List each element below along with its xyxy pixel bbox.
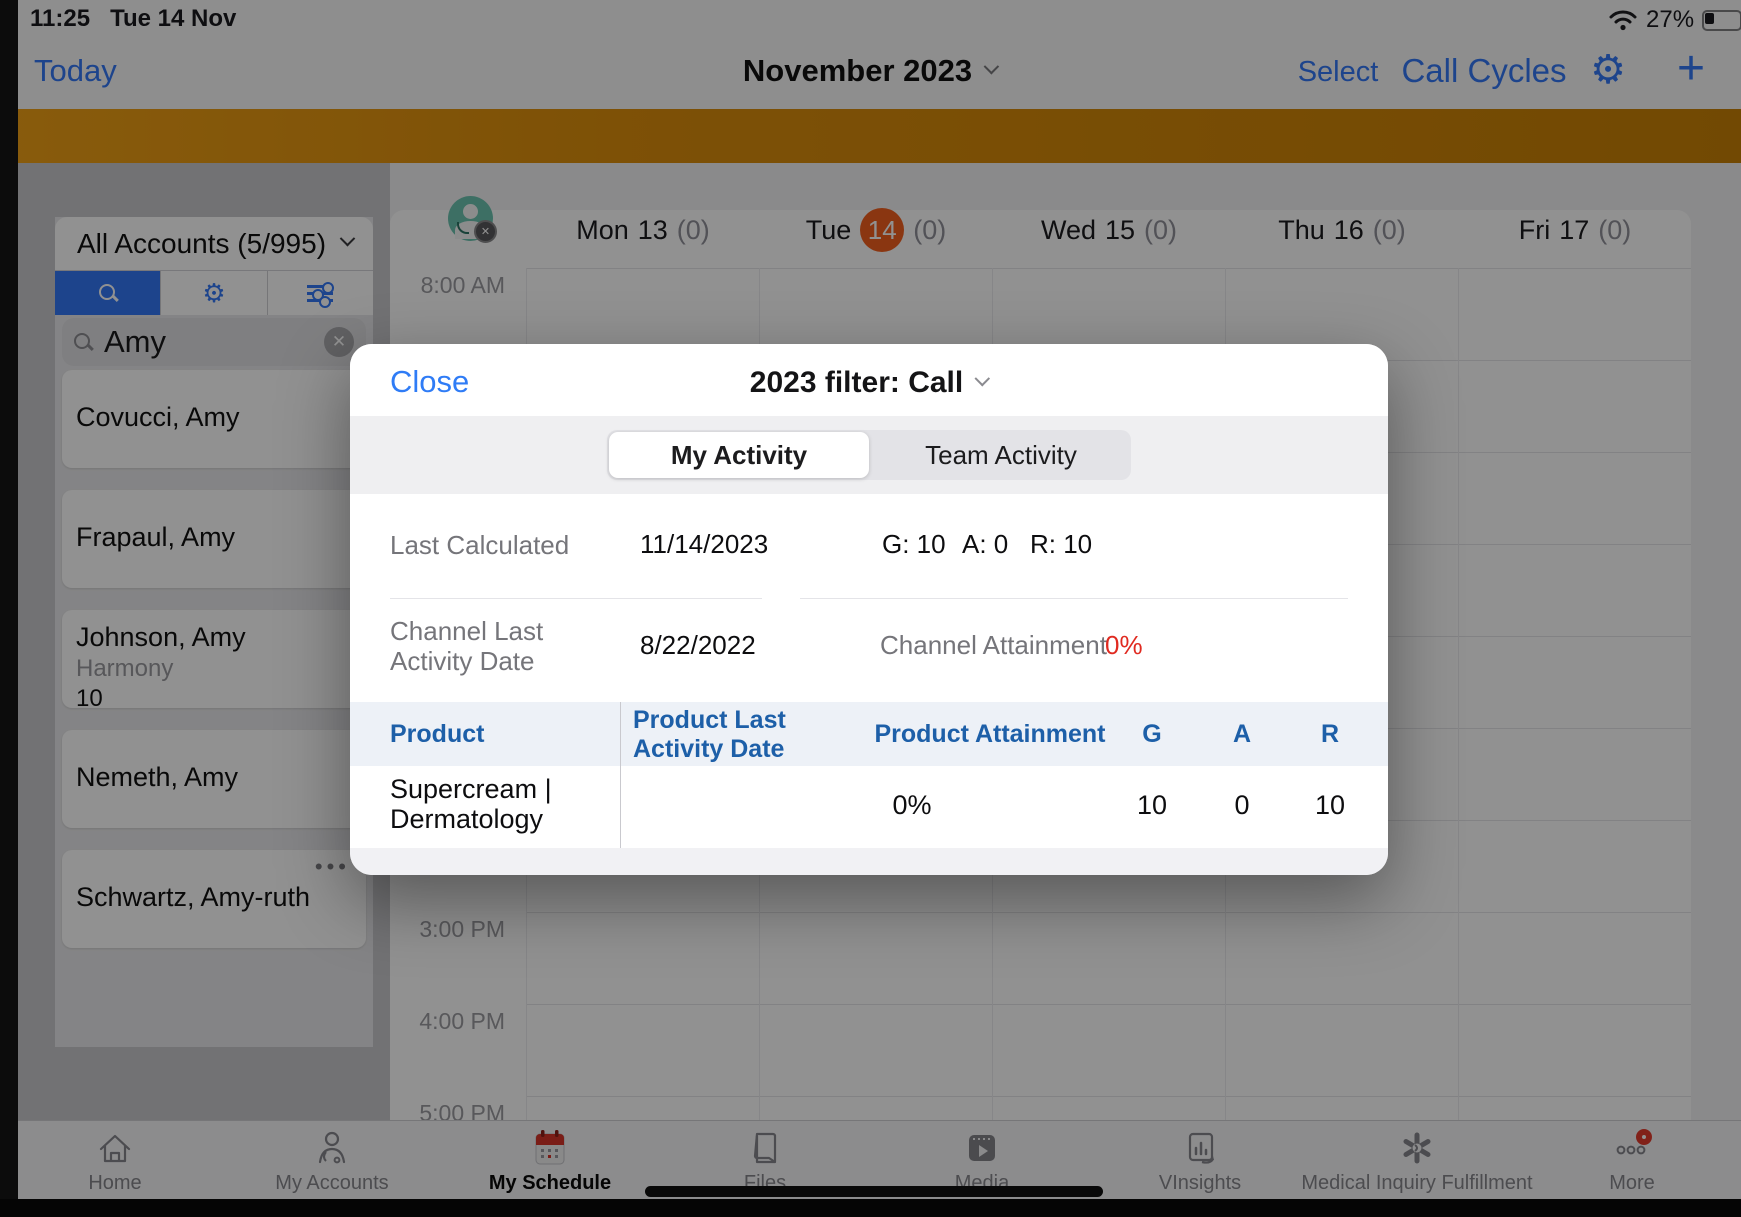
channel-last-activity-label: Channel Last Activity Date (390, 616, 615, 676)
tab-my-activity[interactable]: My Activity (609, 432, 869, 478)
app-screen: 11:25 Tue 14 Nov 27% Today November 2023… (0, 0, 1741, 1217)
last-calculated-value: 11/14/2023 (640, 529, 768, 560)
chevron-down-icon (975, 370, 991, 386)
col-g[interactable]: G (1122, 720, 1182, 749)
col-a[interactable]: A (1212, 720, 1272, 749)
activity-segmented-control: My Activity Team Activity (607, 430, 1131, 480)
cell-product: Supercream | Dermatology (390, 774, 575, 834)
divider (800, 598, 1348, 599)
col-product[interactable]: Product (390, 720, 484, 749)
tab-team-activity[interactable]: Team Activity (871, 430, 1131, 480)
modal-title-dropdown[interactable]: 2023 filter: Call (750, 366, 988, 400)
channel-attainment-label: Channel Attainment (880, 630, 1107, 661)
gar-a-value: A: 0 (962, 529, 1008, 560)
modal-footer (350, 848, 1388, 875)
gar-g-value: G: 10 (882, 529, 946, 560)
cell-r: 10 (1300, 790, 1360, 821)
column-divider (620, 702, 621, 848)
col-r[interactable]: R (1300, 720, 1360, 749)
divider (390, 598, 762, 599)
col-product-last-activity[interactable]: Product Last Activity Date (633, 706, 803, 764)
channel-attainment-value: 0% (1105, 630, 1143, 661)
cell-a: 0 (1212, 790, 1272, 821)
cell-g: 10 (1122, 790, 1182, 821)
channel-last-activity-value: 8/22/2022 (640, 630, 756, 661)
cell-attainment: 0% (862, 790, 962, 821)
activity-filter-modal: Close 2023 filter: Call My Activity Team… (350, 344, 1388, 875)
gar-r-value: R: 10 (1030, 529, 1092, 560)
close-button[interactable]: Close (390, 364, 469, 400)
modal-title: 2023 filter: Call (750, 366, 963, 400)
last-calculated-label: Last Calculated (390, 530, 569, 561)
col-product-attainment[interactable]: Product Attainment (840, 720, 1140, 749)
